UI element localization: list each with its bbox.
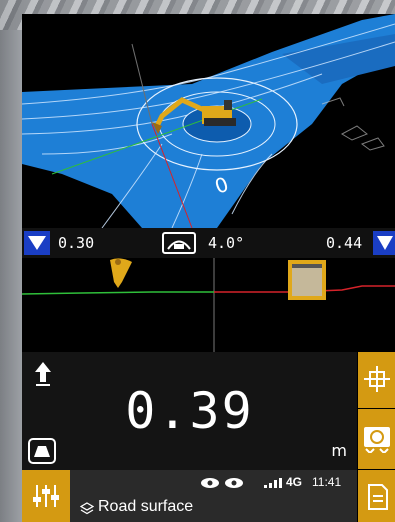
swap-view-button[interactable] xyxy=(357,409,395,469)
eye-icon xyxy=(201,478,219,488)
depth-value: 0.39 xyxy=(125,382,254,440)
layers-icon xyxy=(80,502,94,515)
document-button[interactable] xyxy=(357,470,395,522)
document-icon xyxy=(368,484,388,510)
left-selector-button[interactable] xyxy=(24,231,50,255)
terrain-details xyxy=(321,97,385,151)
triangle-down-icon xyxy=(28,236,46,250)
bucket-tilt-icon[interactable] xyxy=(162,232,196,254)
eye-icon xyxy=(225,478,243,488)
tilt-value: 4.0° xyxy=(208,234,245,252)
profile-chart xyxy=(22,258,395,352)
tool-profile-icon xyxy=(288,260,326,300)
status-bar: 4G 11:41 Road surface xyxy=(22,470,357,522)
crosshair-grid-icon xyxy=(364,366,390,392)
3d-scene: 0 xyxy=(22,14,395,228)
bucket-profile-icon xyxy=(110,258,132,288)
signal-icon xyxy=(264,478,282,488)
active-surface-label[interactable]: Road surface xyxy=(98,498,193,516)
depth-readout-panel: 0.39 m xyxy=(22,352,357,470)
target-surface-icon[interactable] xyxy=(28,438,56,464)
left-offset-value: 0.30 xyxy=(58,234,95,252)
clock: 11:41 xyxy=(312,475,342,489)
depth-unit: m xyxy=(331,441,347,460)
status-row: 4G 11:41 xyxy=(78,474,353,494)
settings-button[interactable] xyxy=(22,470,70,522)
sliders-icon xyxy=(33,485,59,507)
terrain-line-green xyxy=(22,291,214,295)
crosshair-button[interactable] xyxy=(357,352,395,408)
3d-viewport[interactable]: 0 xyxy=(22,14,395,228)
measure-strip: 0.30 4.0° 0.44 xyxy=(22,228,395,258)
network-label: 4G xyxy=(286,475,303,489)
triangle-down-icon xyxy=(377,236,393,250)
right-offset-value: 0.44 xyxy=(326,234,363,252)
machine-guidance-screen: 0 0.30 4.0° 0.44 0.39 m 4G 11:41 Road su… xyxy=(22,14,395,522)
profile-view[interactable] xyxy=(22,258,395,352)
swap-view-icon xyxy=(364,427,390,453)
right-selector-button[interactable] xyxy=(373,231,395,255)
